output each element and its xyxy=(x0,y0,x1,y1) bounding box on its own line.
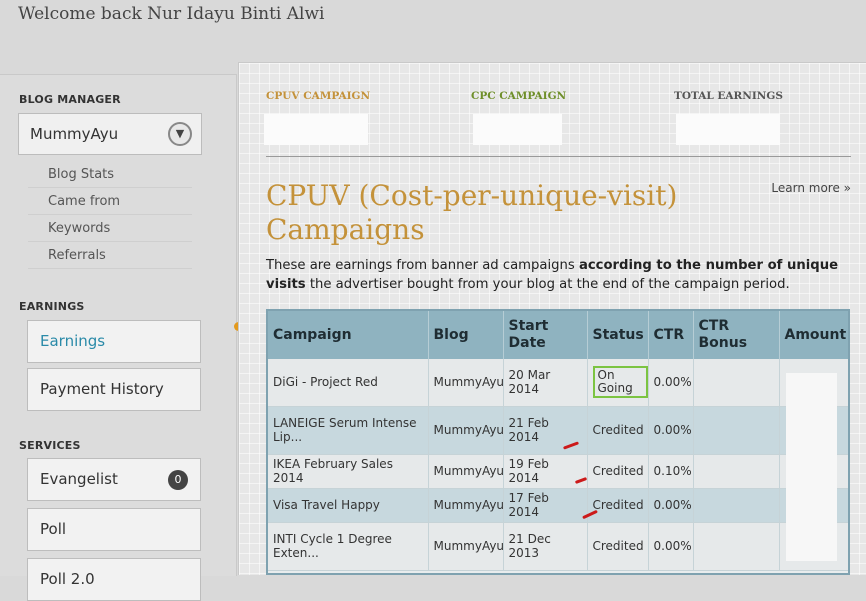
cell-campaign[interactable]: Visa Travel Happy xyxy=(268,488,429,523)
cell-status: Credited xyxy=(587,522,649,571)
cell-campaign[interactable]: IKEA February Sales 2014 xyxy=(268,454,429,489)
blog-manager-heading: BLOG MANAGER xyxy=(19,93,121,106)
sidebar-item-earnings[interactable]: Earnings xyxy=(27,320,201,363)
learn-more-link[interactable]: Learn more » xyxy=(771,181,851,195)
status-badge: On Going xyxy=(592,366,648,399)
amount-values-redacted xyxy=(786,373,837,561)
sidebar-link-referrals[interactable]: Referrals xyxy=(28,243,192,269)
cell-ctr-bonus xyxy=(693,454,780,489)
cell-blog: MummyAyu xyxy=(428,522,504,571)
table-row[interactable]: Visa Travel Happy MummyAyu 17 Feb 2014 C… xyxy=(268,488,848,523)
cell-ctr-bonus xyxy=(693,522,780,571)
sidebar-item-poll-2[interactable]: Poll 2.0 xyxy=(27,558,201,601)
cell-start-date: 19 Feb 2014 xyxy=(503,454,588,489)
divider xyxy=(266,156,851,157)
cpuv-campaign-label: CPUV CAMPAIGN xyxy=(266,90,371,102)
welcome-text: Welcome back Nur Idayu Binti Alwi xyxy=(18,4,325,24)
column-header-ctr-bonus[interactable]: CTR Bonus xyxy=(693,311,780,359)
blog-select-value: MummyAyu xyxy=(30,125,119,143)
table-row[interactable]: INTI Cycle 1 Degree Exten... MummyAyu 21… xyxy=(268,522,848,571)
blog-select[interactable]: MummyAyu ▼ xyxy=(18,113,202,155)
cell-blog: MummyAyu xyxy=(428,454,504,489)
cell-ctr-bonus xyxy=(693,359,780,407)
cell-start-date: 21 Dec 2013 xyxy=(503,522,588,571)
cell-start-date: 17 Feb 2014 xyxy=(503,488,588,523)
cell-ctr-bonus xyxy=(693,406,780,455)
cell-ctr: 0.00% xyxy=(648,522,694,571)
cell-campaign[interactable]: LANEIGE Serum Intense Lip... xyxy=(268,406,429,455)
sidebar-item-evangelist[interactable]: Evangelist 0 xyxy=(27,458,201,501)
total-earnings-label: TOTAL EARNINGS xyxy=(674,90,783,102)
cell-campaign[interactable]: INTI Cycle 1 Degree Exten... xyxy=(268,522,429,571)
sidebar-item-poll[interactable]: Poll xyxy=(27,508,201,551)
sidebar-item-label: Evangelist xyxy=(40,470,118,488)
sidebar-link-came-from[interactable]: Came from xyxy=(28,189,192,215)
sidebar-link-blog-stats[interactable]: Blog Stats xyxy=(28,162,192,188)
services-heading: SERVICES xyxy=(19,439,81,452)
cell-blog: MummyAyu xyxy=(428,488,504,523)
cell-status: Credited xyxy=(587,406,649,455)
earnings-heading: EARNINGS xyxy=(19,300,85,313)
column-header-status[interactable]: Status xyxy=(587,311,649,359)
column-header-start-date[interactable]: Start Date xyxy=(503,311,588,359)
page-title: CPUV (Cost-per-unique-visit) Campaigns xyxy=(266,179,678,246)
column-header-blog[interactable]: Blog xyxy=(428,311,504,359)
campaign-table: Campaign Blog Start Date Status CTR CTR … xyxy=(266,309,850,575)
sidebar: BLOG MANAGER MummyAyu ▼ Blog Stats Came … xyxy=(0,74,237,601)
cpc-campaign-label: CPC CAMPAIGN xyxy=(471,90,567,102)
count-badge: 0 xyxy=(168,470,188,490)
cpc-value-redacted xyxy=(473,114,562,145)
sidebar-item-payment-history[interactable]: Payment History xyxy=(27,368,201,411)
cell-ctr: 0.00% xyxy=(648,359,694,407)
cell-blog: MummyAyu xyxy=(428,406,504,455)
cell-status: Credited xyxy=(587,488,649,523)
cpuv-value-redacted xyxy=(264,114,368,145)
cell-ctr: 0.10% xyxy=(648,454,694,489)
chevron-down-icon[interactable]: ▼ xyxy=(168,122,192,146)
cell-campaign[interactable]: DiGi - Project Red xyxy=(268,359,429,407)
column-header-amount[interactable]: Amount xyxy=(779,311,848,359)
cell-ctr: 0.00% xyxy=(648,406,694,455)
table-row[interactable]: LANEIGE Serum Intense Lip... MummyAyu 21… xyxy=(268,406,848,455)
sidebar-link-keywords[interactable]: Keywords xyxy=(28,216,192,242)
column-header-ctr[interactable]: CTR xyxy=(648,311,694,359)
cell-ctr-bonus xyxy=(693,488,780,523)
cell-status: Credited xyxy=(587,454,649,489)
cell-ctr: 0.00% xyxy=(648,488,694,523)
total-value-redacted xyxy=(676,114,780,145)
desc-text-post: the advertiser bought from your blog at … xyxy=(305,277,790,292)
page-description: These are earnings from banner ad campai… xyxy=(266,256,856,294)
desc-text-pre: These are earnings from banner ad campai… xyxy=(266,258,579,273)
cell-status: On Going xyxy=(587,359,649,407)
table-row[interactable]: DiGi - Project Red MummyAyu 20 Mar 2014 … xyxy=(268,359,848,407)
cell-blog: MummyAyu xyxy=(428,359,504,407)
column-header-campaign[interactable]: Campaign xyxy=(268,311,429,359)
table-header-row: Campaign Blog Start Date Status CTR CTR … xyxy=(268,311,848,359)
cell-start-date: 20 Mar 2014 xyxy=(503,359,588,407)
table-row[interactable]: IKEA February Sales 2014 MummyAyu 19 Feb… xyxy=(268,454,848,489)
cell-start-date: 21 Feb 2014 xyxy=(503,406,588,455)
